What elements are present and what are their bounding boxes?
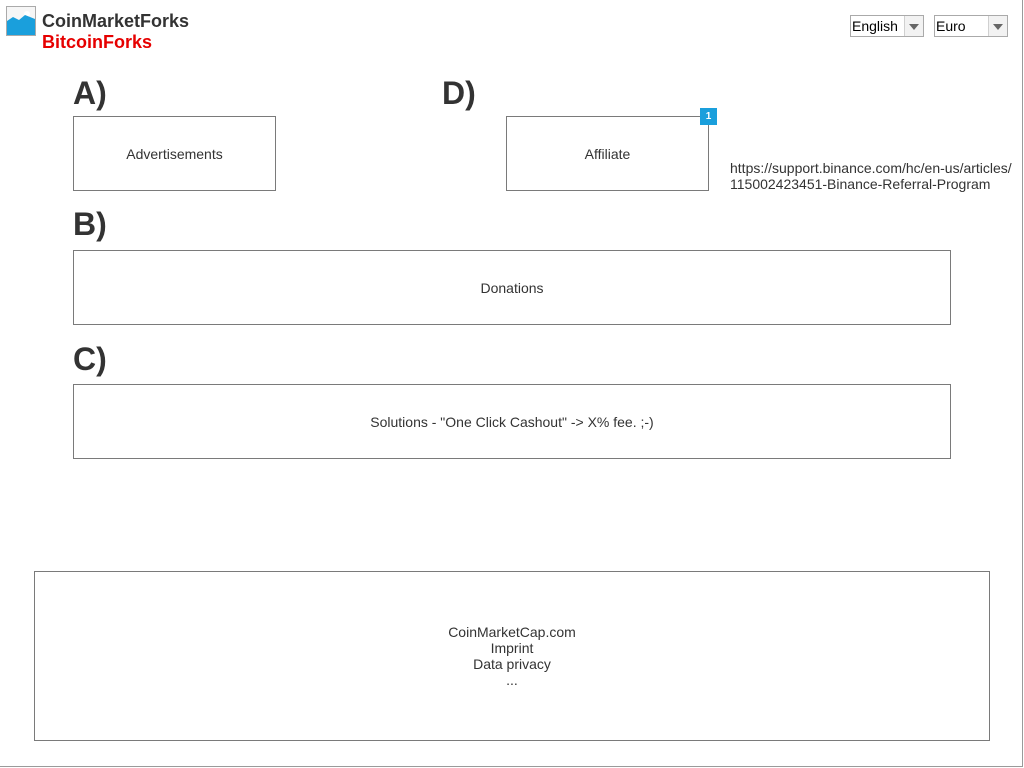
language-select-value: English bbox=[852, 18, 898, 34]
referral-link-line-1: https://support.binance.com/hc/en-us/art… bbox=[730, 160, 1012, 176]
currency-select-value: Euro bbox=[936, 18, 966, 34]
footer-link-data-privacy[interactable]: Data privacy bbox=[473, 656, 551, 672]
advertisements-box[interactable]: Advertisements bbox=[73, 116, 276, 191]
footer-link-coinmarketcap[interactable]: CoinMarketCap.com bbox=[448, 624, 576, 640]
solutions-box[interactable]: Solutions - "One Click Cashout" -> X% fe… bbox=[73, 384, 951, 459]
footer: CoinMarketCap.com Imprint Data privacy .… bbox=[34, 571, 990, 741]
brand-subtitle: BitcoinForks bbox=[42, 32, 153, 52]
donations-box[interactable]: Donations bbox=[73, 250, 951, 325]
advertisements-label: Advertisements bbox=[126, 145, 223, 162]
language-select[interactable]: English bbox=[850, 15, 924, 37]
brand-title: CoinMarketForks bbox=[42, 11, 190, 31]
section-d-label: D) bbox=[442, 75, 476, 111]
affiliate-label: Affiliate bbox=[584, 145, 631, 162]
chevron-down-icon[interactable] bbox=[904, 16, 923, 36]
chevron-down-icon[interactable] bbox=[988, 16, 1007, 36]
referral-link[interactable]: https://support.binance.com/hc/en-us/art… bbox=[730, 160, 1012, 192]
section-b-label: B) bbox=[73, 206, 107, 242]
affiliate-count-badge: 1 bbox=[700, 108, 717, 125]
section-c-label: C) bbox=[73, 341, 107, 377]
solutions-label: Solutions - "One Click Cashout" -> X% fe… bbox=[370, 413, 654, 430]
section-a-label: A) bbox=[73, 75, 107, 111]
donations-label: Donations bbox=[480, 279, 544, 296]
affiliate-box[interactable]: Affiliate bbox=[506, 116, 709, 191]
footer-link-imprint[interactable]: Imprint bbox=[491, 640, 534, 656]
footer-more: ... bbox=[506, 672, 518, 688]
image-placeholder-icon[interactable] bbox=[6, 6, 36, 36]
referral-link-line-2: 115002423451-Binance-Referral-Program bbox=[730, 176, 991, 192]
currency-select[interactable]: Euro bbox=[934, 15, 1008, 37]
